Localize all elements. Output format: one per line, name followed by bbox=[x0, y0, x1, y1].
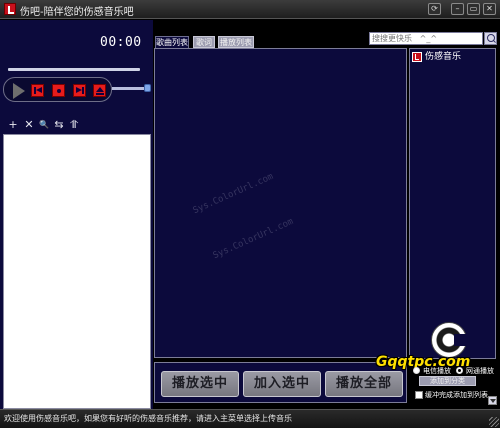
volume-knob[interactable] bbox=[144, 84, 151, 92]
app-icon bbox=[4, 3, 16, 15]
playback-controls bbox=[3, 77, 112, 102]
play-selected-button[interactable]: 播放选中 bbox=[161, 371, 239, 397]
status-bar: 欢迎使用伤感音乐吧，如果您有好听的伤感音乐推荐，请进入主菜单选择上传音乐 bbox=[0, 409, 500, 428]
search-input[interactable] bbox=[369, 32, 483, 45]
tab-lyrics[interactable]: 歌词 bbox=[193, 36, 215, 48]
auto-add-option: 缓冲完成添加到列表 bbox=[415, 390, 499, 400]
server-options: 电信播放 网通播放 bbox=[413, 366, 499, 376]
action-bar: 播放选中 加入选中 播放全部 bbox=[154, 362, 407, 403]
status-text: 欢迎使用伤感音乐吧，如果您有好听的伤感音乐推荐，请进入主菜单选择上传音乐 bbox=[4, 414, 292, 423]
music-icon bbox=[412, 52, 422, 62]
watermark: Sys.ColorUrl.com bbox=[211, 216, 295, 262]
radio-netcom-label: 网通播放 bbox=[466, 367, 494, 375]
eject-icon[interactable] bbox=[93, 84, 106, 97]
close-icon[interactable]: ✕ bbox=[483, 3, 496, 15]
player-panel: 00:00 + ✕ 🔍 ⇆ ⥣ bbox=[0, 20, 153, 409]
stop-icon[interactable] bbox=[52, 84, 65, 97]
auto-add-checkbox[interactable] bbox=[415, 391, 423, 399]
title-bar[interactable]: 伤吧-陪伴您的伤感音乐吧 ⟳ – ▭ ✕ bbox=[0, 0, 500, 19]
find-icon[interactable]: 🔍 bbox=[37, 118, 51, 132]
song-list[interactable]: Sys.ColorUrl.com Sys.ColorUrl.com bbox=[154, 48, 407, 358]
progress-slider[interactable] bbox=[8, 68, 140, 71]
time-display: 00:00 bbox=[100, 35, 142, 50]
category-label: 伤感音乐 bbox=[425, 52, 462, 62]
logo-icon bbox=[431, 322, 468, 358]
radio-telecom[interactable] bbox=[413, 367, 420, 374]
next-icon[interactable] bbox=[73, 84, 86, 97]
watermark: Sys.ColorUrl.com bbox=[191, 171, 275, 217]
tab-playlist[interactable]: 播放列表 bbox=[218, 36, 254, 48]
radio-telecom-label: 电信播放 bbox=[423, 367, 451, 375]
prev-icon[interactable] bbox=[31, 84, 44, 97]
tab-song-list[interactable]: 歌曲列表 bbox=[155, 36, 189, 48]
add-category-button[interactable]: 添加到分类 bbox=[419, 376, 476, 386]
sort-icon[interactable]: ⇆ bbox=[52, 118, 66, 132]
minimize-icon[interactable]: – bbox=[451, 3, 464, 15]
radio-netcom[interactable] bbox=[456, 367, 463, 374]
add-selected-button[interactable]: 加入选中 bbox=[243, 371, 321, 397]
auto-add-label: 缓冲完成添加到列表 bbox=[425, 391, 488, 399]
add-icon[interactable]: + bbox=[6, 118, 20, 132]
chevron-down-icon[interactable] bbox=[488, 396, 497, 405]
play-icon[interactable] bbox=[10, 82, 26, 99]
resize-grip[interactable] bbox=[489, 417, 499, 427]
category-panel: 伤感音乐 bbox=[409, 48, 496, 359]
window-title: 伤吧-陪伴您的伤感音乐吧 bbox=[20, 7, 134, 18]
restore-icon[interactable]: ⟳ bbox=[428, 3, 441, 15]
playlist[interactable] bbox=[3, 134, 151, 409]
maximize-icon[interactable]: ▭ bbox=[467, 3, 480, 15]
queue-icon[interactable]: ⥣ bbox=[67, 118, 81, 132]
search-icon[interactable] bbox=[484, 32, 497, 45]
delete-icon[interactable]: ✕ bbox=[22, 118, 36, 132]
play-all-button[interactable]: 播放全部 bbox=[325, 371, 403, 397]
